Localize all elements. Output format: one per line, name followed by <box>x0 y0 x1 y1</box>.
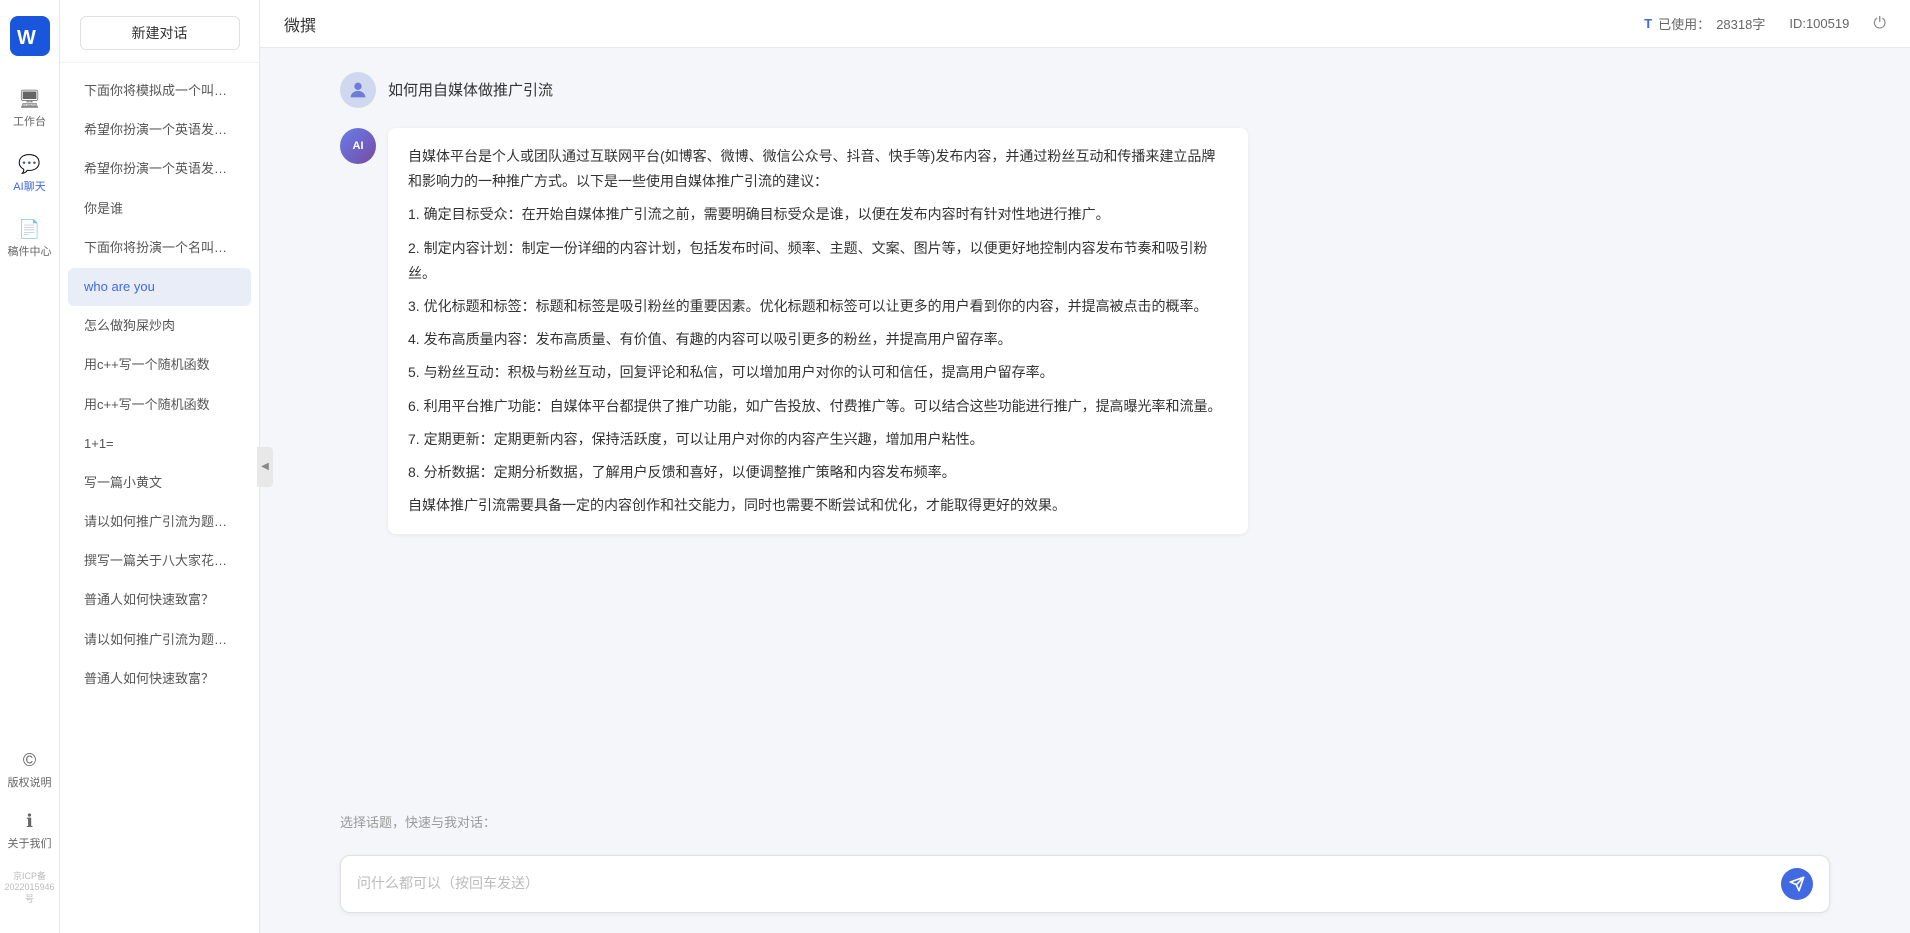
sidebar-list-item[interactable]: 你是谁 <box>68 190 251 228</box>
ai-content: 自媒体平台是个人或团队通过互联网平台(如博客、微博、微信公众号、抖音、快手等)发… <box>388 128 1248 534</box>
ai-point-text: 3. 优化标题和标签：标题和标签是吸引粉丝的重要因素。优化标题和标签可以让更多的… <box>408 294 1228 319</box>
usage-display: T 已使用： 28318字 <box>1644 14 1765 33</box>
chat-area: 如何用自媒体做推广引流 AI 自媒体平台是个人或团队通过互联网平台(如博客、微博… <box>260 48 1910 812</box>
sidebar-item-draft[interactable]: 📄 稿件中心 <box>2 210 58 267</box>
workbench-icon: 🖥 <box>19 88 41 110</box>
sidebar-list-item[interactable]: 撰写一篇关于八大家花园社区一刻钟便民生... <box>68 542 251 580</box>
message-input[interactable] <box>357 873 1769 895</box>
ai-chat-label: AI聊天 <box>13 178 45 194</box>
nav-items: 🖥 工作台 💬 AI聊天 📄 稿件中心 <box>0 80 59 743</box>
nav-bottom: © 版权说明 ℹ 关于我们 京ICP备2022015946号 <box>0 743 59 917</box>
svg-text:W: W <box>17 27 36 49</box>
app-logo: W <box>10 16 50 56</box>
send-icon <box>1789 876 1805 892</box>
ai-chat-icon: 💬 <box>19 153 41 175</box>
sidebar-item-ai-chat[interactable]: 💬 AI聊天 <box>2 145 58 202</box>
sidebar-list-item[interactable]: 用c++写一个随机函数 <box>68 386 251 424</box>
copyright-label: 版权说明 <box>8 774 52 790</box>
left-navigation: W 🖥 工作台 💬 AI聊天 📄 稿件中心 © 版权说明 ℹ 关于我们 京ICP… <box>0 0 60 933</box>
draft-label: 稿件中心 <box>8 243 52 259</box>
power-icon[interactable]: ⏻ <box>1873 15 1886 33</box>
main-area: 微撰 T 已使用： 28318字 ID:100519 ⏻ 如何用自媒体做推广引流… <box>260 0 1910 933</box>
draft-icon: 📄 <box>19 218 41 240</box>
icp-text: 京ICP备2022015946号 <box>0 865 59 909</box>
user-avatar <box>340 72 376 108</box>
ai-point-text: 5. 与粉丝互动：积极与粉丝互动，回复评论和私信，可以增加用户对你的认可和信任，… <box>408 360 1228 385</box>
sidebar-list: 下面你将模拟成一个叫圣友的程序员，我说...希望你扮演一个英语发音助手，我提供给… <box>60 63 259 933</box>
sidebar-list-item[interactable]: 请以如何推广引流为题，写一篇大纲 <box>68 621 251 659</box>
sidebar-list-item[interactable]: 普通人如何快速致富？ <box>68 581 251 619</box>
ai-conclusion-text: 自媒体推广引流需要具备一定的内容创作和社交能力，同时也需要不断尝试和优化，才能取… <box>408 493 1228 518</box>
workbench-label: 工作台 <box>13 113 46 129</box>
sidebar-list-item[interactable]: 希望你扮演一个英语发音助手，我提供给你... <box>68 150 251 188</box>
sidebar: 新建对话 下面你将模拟成一个叫圣友的程序员，我说...希望你扮演一个英语发音助手… <box>60 0 260 933</box>
user-question-text: 如何用自媒体做推广引流 <box>388 72 553 104</box>
quick-topics: 选择话题，快速与我对话： <box>260 812 1910 847</box>
sidebar-item-workbench[interactable]: 🖥 工作台 <box>2 80 58 137</box>
ai-message-bubble: 自媒体平台是个人或团队通过互联网平台(如博客、微博、微信公众号、抖音、快手等)发… <box>388 128 1248 534</box>
user-message-row: 如何用自媒体做推广引流 <box>340 72 1830 108</box>
sidebar-list-item[interactable]: 希望你扮演一个英语发音助手，我提供给你... <box>68 111 251 149</box>
sidebar-list-item[interactable]: who are you <box>68 268 251 306</box>
usage-label: 已使用： <box>1658 14 1710 33</box>
ai-avatar: AI <box>340 128 376 164</box>
topbar-title: 微撰 <box>284 12 316 36</box>
ai-intro-text: 自媒体平台是个人或团队通过互联网平台(如博客、微博、微信公众号、抖音、快手等)发… <box>408 144 1228 194</box>
ai-avatar-text: AI <box>353 140 364 152</box>
user-message-bubble: 如何用自媒体做推广引流 <box>388 72 553 104</box>
sidebar-header: 新建对话 <box>60 0 259 63</box>
input-box <box>340 855 1830 913</box>
collapse-button[interactable]: ◀ <box>257 447 273 487</box>
ai-point-text: 1. 确定目标受众：在开始自媒体推广引流之前，需要明确目标受众是谁，以便在发布内… <box>408 202 1228 227</box>
copyright-icon: © <box>19 749 41 771</box>
sidebar-item-about[interactable]: ℹ 关于我们 <box>2 804 58 857</box>
ai-point-text: 4. 发布高质量内容：发布高质量、有价值、有趣的内容可以吸引更多的粉丝，并提高用… <box>408 327 1228 352</box>
sidebar-list-item[interactable]: 下面你将扮演一个名叫圣友的医生 <box>68 229 251 267</box>
quick-topics-label: 选择话题，快速与我对话： <box>340 812 1830 831</box>
sidebar-list-item[interactable]: 怎么做狗屎炒肉 <box>68 307 251 345</box>
logo-area: W <box>10 16 50 56</box>
input-area <box>260 847 1910 933</box>
sidebar-list-item[interactable]: 下面你将模拟成一个叫圣友的程序员，我说... <box>68 72 251 110</box>
ai-point-text: 2. 制定内容计划：制定一份详细的内容计划，包括发布时间、频率、主题、文案、图片… <box>408 236 1228 286</box>
new-chat-button[interactable]: 新建对话 <box>80 16 240 50</box>
sidebar-list-item[interactable]: 用c++写一个随机函数 <box>68 346 251 384</box>
usage-value: 28318字 <box>1716 14 1765 33</box>
ai-message-row: AI 自媒体平台是个人或团队通过互联网平台(如博客、微博、微信公众号、抖音、快手… <box>340 128 1830 534</box>
about-icon: ℹ <box>19 810 41 832</box>
sidebar-list-item[interactable]: 1+1= <box>68 425 251 463</box>
ai-point-text: 6. 利用平台推广功能：自媒体平台都提供了推广功能，如广告投放、付费推广等。可以… <box>408 394 1228 419</box>
sidebar-list-item[interactable]: 写一篇小黄文 <box>68 464 251 502</box>
info-icon: T <box>1644 16 1652 31</box>
about-label: 关于我们 <box>8 835 52 851</box>
ai-point-text: 8. 分析数据：定期分析数据，了解用户反馈和喜好，以便调整推广策略和内容发布频率… <box>408 460 1228 485</box>
sidebar-list-item[interactable]: 普通人如何快速致富？ <box>68 660 251 698</box>
topbar: 微撰 T 已使用： 28318字 ID:100519 ⏻ <box>260 0 1910 48</box>
sidebar-list-item[interactable]: 请以如何推广引流为题，写一篇大纲 <box>68 503 251 541</box>
user-id: ID:100519 <box>1789 16 1849 31</box>
sidebar-item-copyright[interactable]: © 版权说明 <box>2 743 58 796</box>
topbar-right: T 已使用： 28318字 ID:100519 ⏻ <box>1644 14 1886 33</box>
send-button[interactable] <box>1781 868 1813 900</box>
ai-point-text: 7. 定期更新：定期更新内容，保持活跃度，可以让用户对你的内容产生兴趣，增加用户… <box>408 427 1228 452</box>
